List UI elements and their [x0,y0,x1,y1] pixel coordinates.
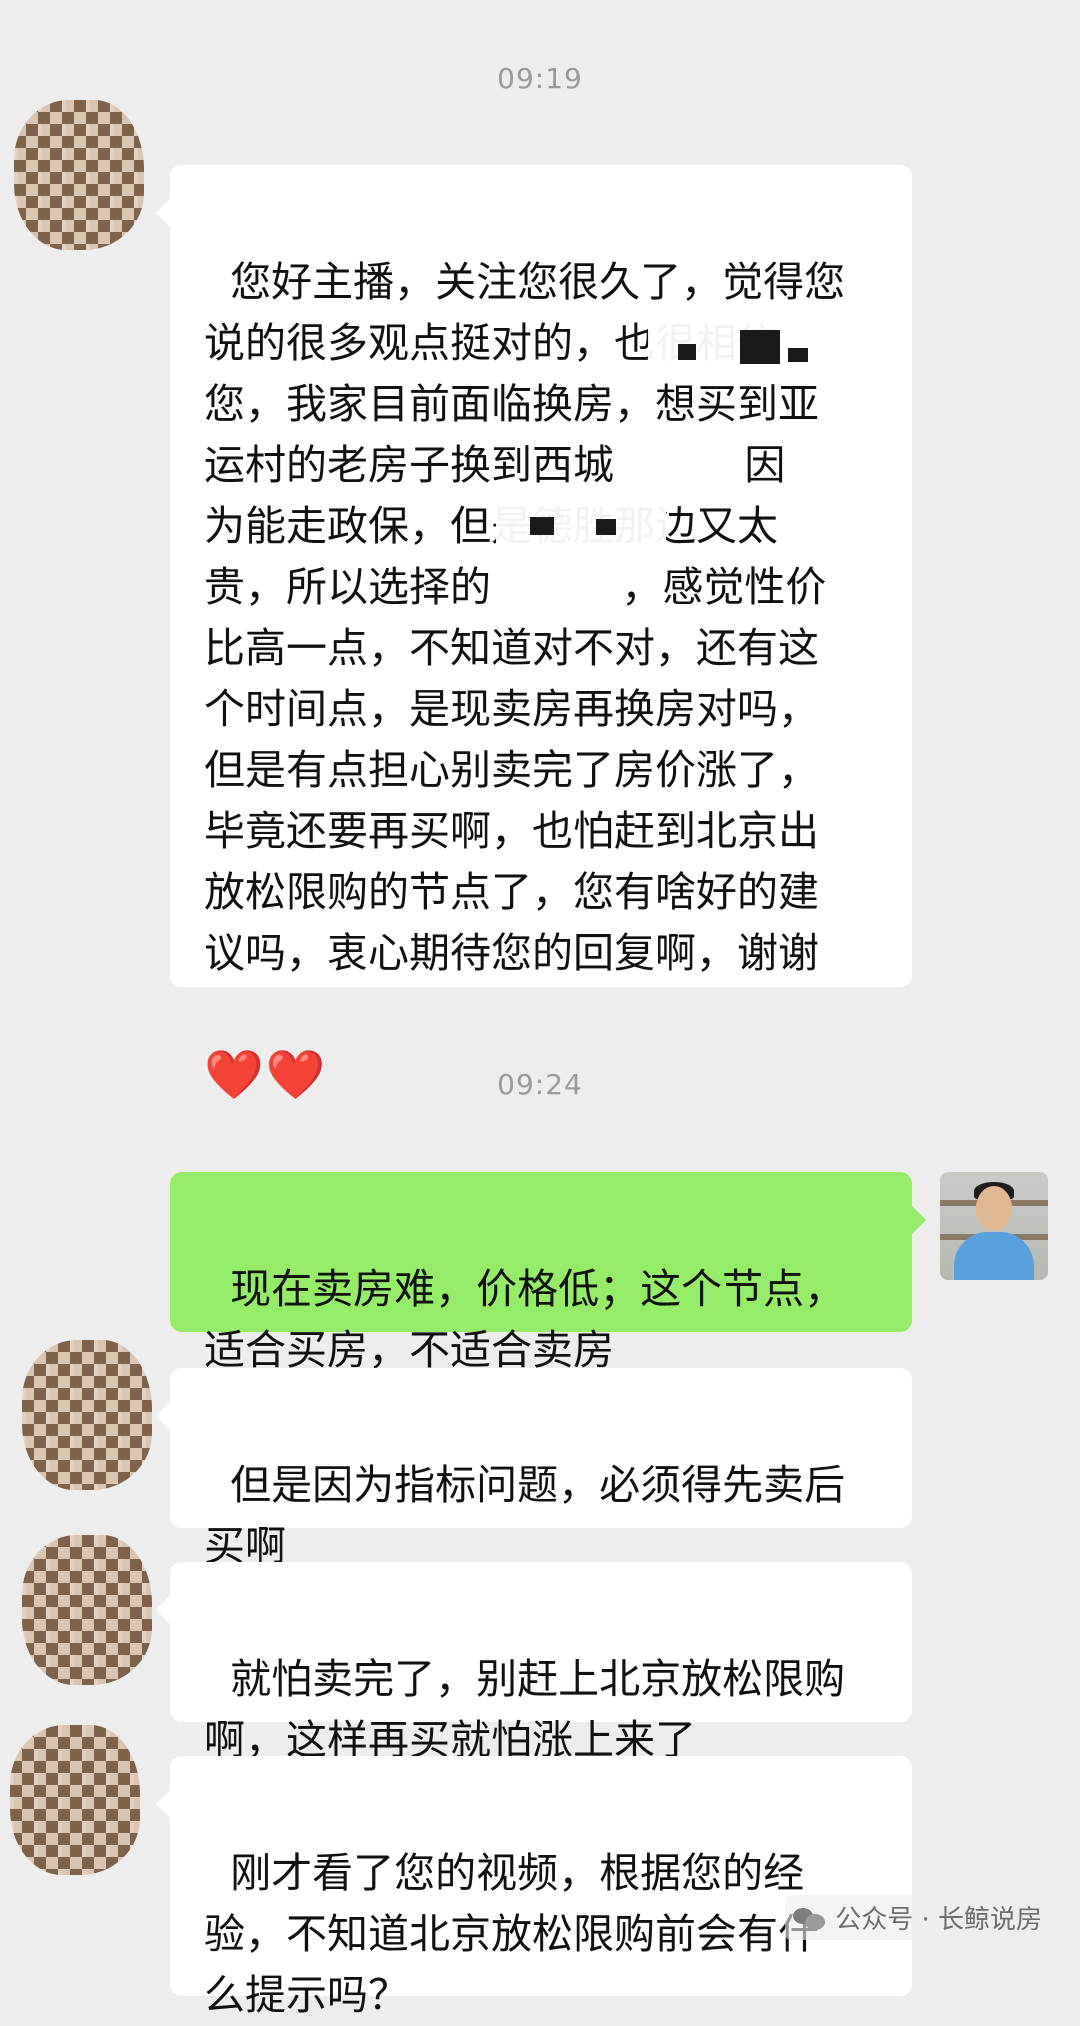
watermark-text: 公众号 · 长鲸说房 [835,1905,1042,1935]
message-bubble-received[interactable]: 您好主播，关注您很久了，觉得您 说的很多观点挺对的，也很相信 您，我家目前面临换… [156,165,912,1103]
watermark: 公众号 · 长鲸说房 [785,1895,1050,1940]
message-timestamp: 09:19 [497,62,583,95]
redaction-blur [496,483,666,553]
message-text: 但是因为指标问题，必须得先卖后 买啊 [204,1461,846,1570]
message-bubble-received[interactable]: 但是因为指标问题，必须得先卖后 买啊 [156,1368,912,1570]
user-avatar[interactable] [940,1172,1048,1280]
contact-avatar[interactable] [14,100,144,250]
message-bubble-received[interactable]: 就怕卖完了，别赶上北京放松限购 啊，这样再买就怕涨上来了 [156,1562,912,1764]
message-timestamp: 09:24 [497,1068,583,1101]
contact-avatar[interactable] [22,1340,152,1490]
message-text: 就怕卖完了，别赶上北京放松限购 啊，这样再买就怕涨上来了 [204,1655,846,1764]
message-bubble-sent[interactable]: 现在卖房难，价格低；这个节点， 适合买房，不适合卖房 [170,1172,926,1374]
contact-avatar[interactable] [10,1725,140,1875]
wechat-icon [793,1904,827,1932]
message-text: 现在卖房难，价格低；这个节点， 适合买房，不适合卖房 [204,1265,846,1374]
redaction-blur [648,310,828,380]
message-bubble-received[interactable]: 刚才看了您的视频，根据您的经 验，不知道北京放松限购前会有什 么提示吗？ [156,1756,912,2019]
message-text: 刚才看了您的视频，根据您的经 验，不知道北京放松限购前会有什 么提示吗？ [204,1849,819,2019]
contact-avatar[interactable] [22,1535,152,1685]
